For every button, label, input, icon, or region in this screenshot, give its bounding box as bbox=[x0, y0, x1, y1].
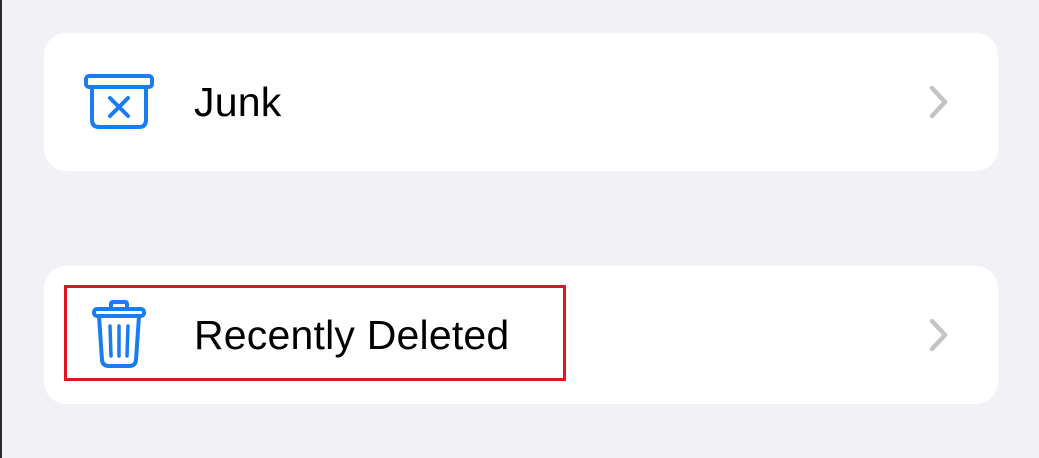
window-edge bbox=[0, 0, 2, 458]
mailbox-label-junk: Junk bbox=[194, 78, 282, 125]
chevron-right-icon bbox=[929, 318, 948, 352]
junk-icon bbox=[82, 65, 156, 139]
trash-icon bbox=[82, 298, 156, 372]
mailbox-row-junk[interactable]: Junk bbox=[44, 33, 998, 171]
chevron-right-icon bbox=[929, 85, 948, 119]
mailbox-row-recently-deleted[interactable]: Recently Deleted bbox=[44, 266, 998, 404]
mailbox-label-recently-deleted: Recently Deleted bbox=[194, 311, 510, 358]
